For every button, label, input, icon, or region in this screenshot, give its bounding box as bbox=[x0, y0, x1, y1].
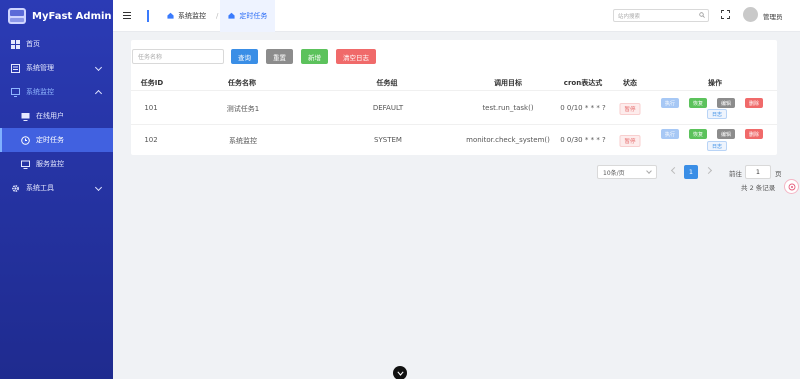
site-search-input[interactable]: 站内搜索 bbox=[613, 9, 709, 22]
screen-icon bbox=[20, 111, 30, 121]
sidebar-item-label: 系统管理 bbox=[26, 64, 54, 72]
server-monitor-icon bbox=[20, 159, 30, 169]
home-icon bbox=[228, 12, 235, 19]
prev-page-icon[interactable] bbox=[670, 166, 679, 175]
task-id-cell: 101 bbox=[144, 104, 158, 112]
status-badge: 暂停 bbox=[619, 135, 641, 147]
task-id-cell: 102 bbox=[144, 136, 158, 144]
query-button[interactable]: 查询 bbox=[231, 49, 258, 64]
sidebar-item-label: 定时任务 bbox=[36, 136, 64, 144]
monitor-icon bbox=[10, 87, 20, 97]
floating-helper-icon[interactable] bbox=[784, 179, 799, 194]
scroll-down-icon[interactable] bbox=[393, 366, 407, 379]
cron-cell: 0 0/30 * * * ? bbox=[560, 136, 606, 144]
goto-label: 前往 bbox=[729, 170, 742, 178]
app-logo bbox=[8, 8, 26, 24]
column-header: 操作 bbox=[708, 79, 722, 87]
table-row: 102 系统监控 SYSTEM monitor.check_system() 0… bbox=[131, 124, 777, 158]
status-badge: 暂停 bbox=[619, 103, 641, 115]
sidebar-item-label: 首页 bbox=[26, 40, 40, 48]
tab-scheduled-tasks[interactable]: 定时任务 bbox=[220, 0, 276, 32]
sidebar-item-online-users[interactable]: 在线用户 bbox=[0, 104, 113, 128]
run-button[interactable]: 执行 bbox=[661, 98, 680, 108]
sidebar-item-label: 系统工具 bbox=[26, 184, 54, 192]
tab-label: 定时任务 bbox=[239, 11, 268, 20]
column-header: 任务组 bbox=[376, 79, 398, 87]
tab-separator: / bbox=[216, 11, 219, 20]
home-icon bbox=[167, 12, 174, 19]
search-toolbar: 任务名称 查询 重置 新增 清空日志 bbox=[132, 49, 376, 64]
task-name-input[interactable]: 任务名称 bbox=[132, 49, 224, 64]
gear-icon bbox=[10, 183, 20, 193]
column-header: 任务ID bbox=[140, 79, 164, 87]
clock-icon bbox=[20, 135, 30, 145]
invoke-target-cell: monitor.check_system() bbox=[466, 136, 550, 144]
chevron-up-icon bbox=[94, 89, 103, 98]
brand: MyFast Admin bbox=[0, 0, 113, 32]
fullscreen-icon[interactable] bbox=[721, 10, 730, 19]
column-header: 调用目标 bbox=[494, 79, 522, 87]
sidebar-item-system-monitor[interactable]: 系统监控 bbox=[0, 80, 113, 104]
chevron-down-icon bbox=[94, 183, 103, 192]
settings-doc-icon bbox=[10, 63, 20, 73]
username[interactable]: 管理员 bbox=[763, 11, 783, 21]
reset-button[interactable]: 重置 bbox=[266, 49, 293, 64]
sidebar: MyFast Admin 首页 系统管理 系统监控 在线用户 定时任务 服务监控… bbox=[0, 0, 113, 379]
column-header: 状态 bbox=[623, 79, 637, 87]
delete-button[interactable]: 删除 bbox=[745, 98, 764, 108]
resume-button[interactable]: 恢复 bbox=[689, 98, 708, 108]
goto-page-input[interactable]: 1 bbox=[745, 165, 771, 179]
chevron-down-icon bbox=[646, 168, 652, 174]
top-header: 系统监控 / 定时任务 站内搜索 管理员 bbox=[113, 0, 800, 32]
total-records: 共 2 条记录 bbox=[741, 184, 776, 192]
edit-button[interactable]: 编辑 bbox=[717, 98, 736, 108]
page-size-value: 10条/页 bbox=[603, 169, 625, 177]
menu-toggle-icon[interactable] bbox=[123, 10, 131, 21]
page-size-select[interactable]: 10条/页 bbox=[597, 165, 657, 179]
avatar[interactable] bbox=[743, 7, 758, 22]
tab-label: 系统监控 bbox=[178, 11, 206, 20]
page-number-current[interactable]: 1 bbox=[684, 165, 698, 179]
chevron-down-icon bbox=[94, 63, 103, 72]
sidebar-item-home[interactable]: 首页 bbox=[0, 32, 113, 56]
task-name-cell: 系统监控 bbox=[229, 137, 257, 145]
add-button[interactable]: 新增 bbox=[301, 49, 328, 64]
search-icon[interactable] bbox=[699, 12, 705, 18]
cron-cell: 0 0/10 * * * ? bbox=[560, 104, 606, 112]
sidebar-item-system-management[interactable]: 系统管理 bbox=[0, 56, 113, 80]
sidebar-item-label: 服务监控 bbox=[36, 160, 64, 168]
table-row: 101 测试任务1 DEFAULT test.run_task() 0 0/10… bbox=[131, 90, 777, 124]
log-button[interactable]: 日志 bbox=[707, 141, 728, 151]
task-group-cell: SYSTEM bbox=[374, 136, 402, 144]
search-placeholder: 站内搜索 bbox=[618, 13, 641, 20]
sidebar-item-system-tools[interactable]: 系统工具 bbox=[0, 176, 113, 200]
tab-system-monitor[interactable]: 系统监控 bbox=[159, 0, 214, 32]
resume-button[interactable]: 恢复 bbox=[689, 129, 708, 139]
delete-button[interactable]: 删除 bbox=[745, 129, 764, 139]
log-button[interactable]: 日志 bbox=[707, 109, 728, 119]
task-name-placeholder: 任务名称 bbox=[138, 54, 163, 61]
table-header: 任务ID 任务名称 任务组 调用目标 cron表达式 状态 操作 bbox=[131, 76, 777, 90]
sidebar-item-scheduled-tasks[interactable]: 定时任务 bbox=[0, 128, 113, 152]
dashboard-icon bbox=[10, 39, 20, 49]
sidebar-item-server-monitor[interactable]: 服务监控 bbox=[0, 152, 113, 176]
sidebar-item-label: 在线用户 bbox=[36, 112, 64, 120]
run-button[interactable]: 执行 bbox=[661, 129, 680, 139]
column-header: cron表达式 bbox=[563, 79, 603, 87]
column-header: 任务名称 bbox=[228, 79, 256, 87]
clear-log-button[interactable]: 清空日志 bbox=[336, 49, 376, 64]
invoke-target-cell: test.run_task() bbox=[482, 104, 534, 112]
edit-button[interactable]: 编辑 bbox=[717, 129, 736, 139]
header-divider bbox=[147, 9, 149, 22]
app-title: MyFast Admin bbox=[32, 10, 112, 22]
sidebar-item-label: 系统监控 bbox=[26, 88, 54, 96]
task-group-cell: DEFAULT bbox=[372, 104, 404, 112]
next-page-icon[interactable] bbox=[704, 166, 713, 175]
task-name-cell: 测试任务1 bbox=[226, 105, 260, 113]
page-unit-label: 页 bbox=[775, 170, 782, 178]
